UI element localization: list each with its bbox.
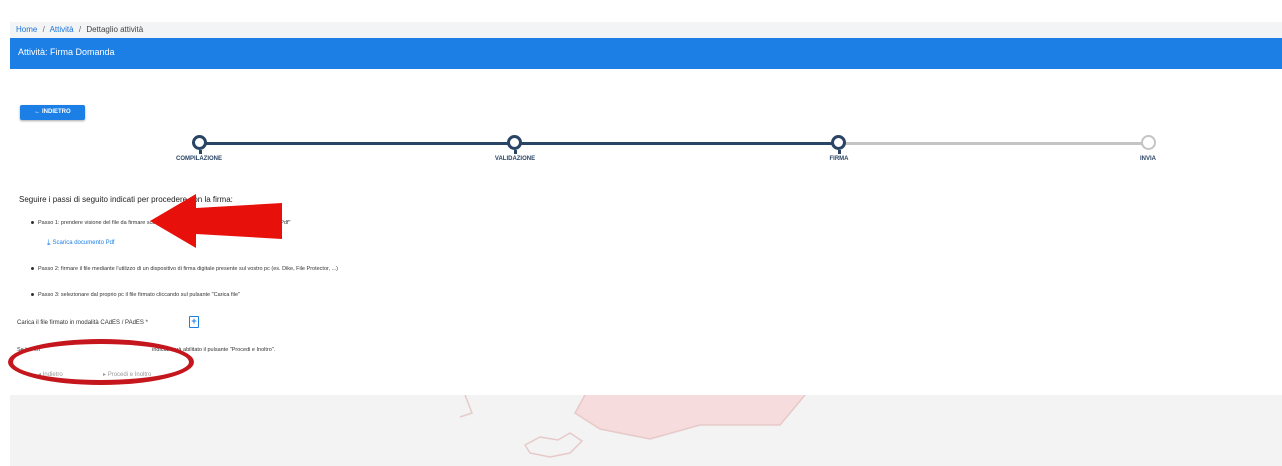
arrow-left-icon: ← [34,109,41,115]
annotation-red-arrow [150,194,282,248]
back-button-label: INDIETRO [42,109,71,115]
step-node-invia [1141,135,1156,150]
bullet [31,267,34,271]
step-label-compilazione: COMPILAZIONE [176,156,222,162]
bullet [31,221,34,225]
background-map-watermark [459,395,806,458]
stepper-remaining-line [839,142,1149,145]
back-button[interactable]: ← INDIETRO [20,105,85,120]
annotation-red-oval [8,339,194,385]
download-pdf-link[interactable]: ⤓ Scarica documento Pdf [47,238,115,248]
step-node-compilazione [192,135,207,154]
instruction-step-3: Passo 3: selezionare dal proprio pc il f… [31,292,240,298]
step-node-firma [831,135,846,154]
breadcrumb-current: Dettaglio attività [86,25,144,34]
page-background [10,395,1282,466]
page-title: Attività: Firma Domanda [18,47,115,57]
breadcrumb: Home / Attività / Dettaglio attività [10,22,1282,38]
breadcrumb-separator: / [42,25,45,34]
download-pdf-label: Scarica documento Pdf [52,240,115,246]
step-label-validazione: VALIDAZIONE [494,156,536,162]
breadcrumb-separator: / [78,25,82,34]
instruction-step-2: Passo 2: firmare il file mediante l'util… [31,266,338,272]
step-label-invia: INVIA [1139,156,1157,162]
file-upload-icon[interactable]: + [189,316,199,328]
step-label-firma: FIRMA [829,156,849,162]
breadcrumb-home[interactable]: Home [16,25,37,34]
download-icon: ⤓ [47,238,51,247]
progress-stepper: COMPILAZIONE VALIDAZIONE FIRMA INVIA [10,133,1282,173]
page-title-bar: Attività: Firma Domanda [10,38,1282,69]
breadcrumb-activities[interactable]: Attività [50,25,74,34]
step-node-validazione [507,135,522,154]
bullet [31,293,34,297]
instruction-step-3-text: Passo 3: selezionare dal proprio pc il f… [38,292,241,298]
upload-label: Carica il file firmato in modalità CAdES… [17,320,148,326]
instruction-step-2-text: Passo 2: firmare il file mediante l'util… [38,266,339,272]
